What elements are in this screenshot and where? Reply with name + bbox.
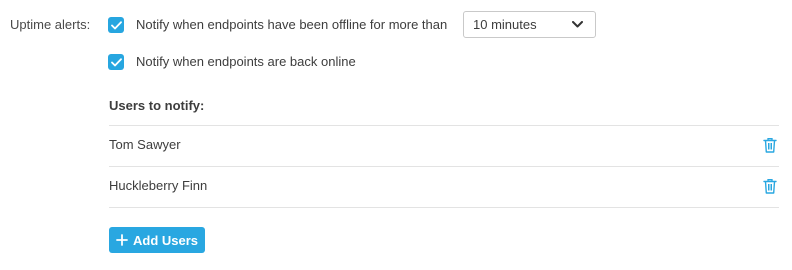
user-name: Tom Sawyer xyxy=(109,137,181,152)
online-checkbox[interactable] xyxy=(108,54,124,70)
divider xyxy=(109,207,779,208)
uptime-alerts-label: Uptime alerts: xyxy=(10,17,91,32)
user-name: Huckleberry Finn xyxy=(109,178,208,193)
duration-select-value: 10 minutes xyxy=(473,17,537,32)
divider xyxy=(109,166,779,167)
divider xyxy=(109,125,779,126)
chevron-down-icon xyxy=(572,21,583,28)
check-icon xyxy=(110,57,122,66)
add-users-button[interactable]: Add Users xyxy=(109,227,205,253)
add-users-label: Add Users xyxy=(132,232,199,248)
online-option-label: Notify when endpoints are back online xyxy=(136,54,356,69)
offline-checkbox[interactable] xyxy=(108,17,124,33)
trash-icon[interactable] xyxy=(763,178,777,194)
plus-icon xyxy=(116,234,128,246)
users-section-title: Users to notify: xyxy=(109,98,205,113)
offline-option-label: Notify when endpoints have been offline … xyxy=(136,17,448,32)
check-icon xyxy=(110,20,122,29)
trash-icon[interactable] xyxy=(763,137,777,153)
duration-select[interactable]: 10 minutes xyxy=(463,11,596,38)
